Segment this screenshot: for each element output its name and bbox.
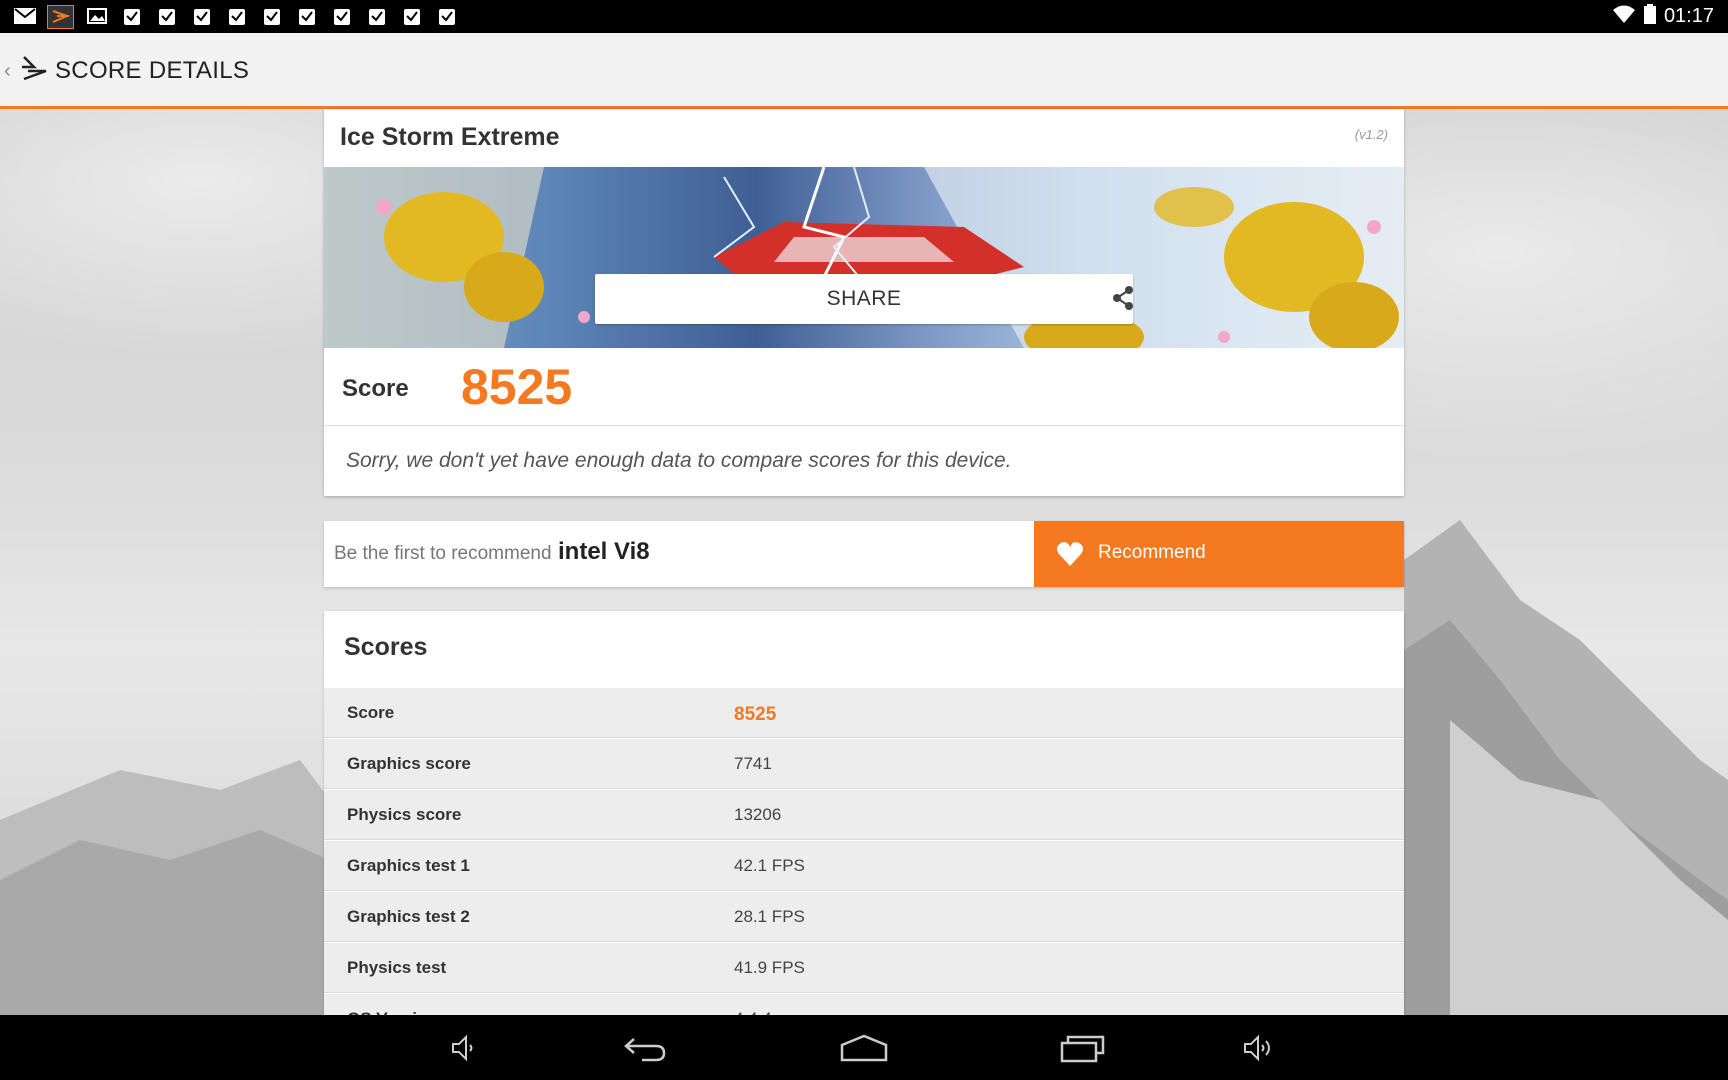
clipboard-check-icon: [259, 5, 284, 27]
test-name: Ice Storm Extreme: [340, 123, 560, 151]
volume-down-icon[interactable]: [449, 1033, 479, 1068]
device-name: intel Vi8: [558, 538, 650, 565]
3dmark-icon: [47, 5, 74, 29]
clipboard-check-icon: [294, 5, 319, 27]
row-label: Score: [347, 703, 395, 722]
row-label: Graphics test 1: [347, 856, 470, 875]
navigation-bar: [0, 1015, 1728, 1080]
table-row: Physics score 13206: [324, 789, 1404, 840]
back-arrow-icon[interactable]: ‹: [4, 60, 11, 83]
row-value: 8525: [734, 704, 777, 725]
row-value: 41.9 FPS: [734, 958, 805, 977]
notification-icons: [12, 5, 459, 29]
clipboard-check-icon: [364, 5, 389, 27]
page-title: SCORE DETAILS: [55, 57, 250, 84]
table-row: Physics test 41.9 FPS: [324, 942, 1404, 993]
clipboard-check-icon: [154, 5, 179, 27]
image-icon: [84, 5, 109, 27]
back-icon[interactable]: [622, 1033, 668, 1068]
row-value: 7741: [734, 754, 772, 773]
row-label: Physics score: [347, 805, 462, 824]
scores-table: Score 8525 Graphics score 7741 Physics s…: [324, 687, 1404, 1017]
recommend-label: Recommend: [1098, 542, 1206, 563]
clock: 01:17: [1663, 5, 1714, 27]
result-card: Ice Storm Extreme (v1.2) SHARE Score 852…: [324, 109, 1404, 496]
test-banner-image: SHARE: [324, 167, 1404, 348]
row-label: Graphics test 2: [347, 907, 470, 926]
score-summary: Score 8525: [324, 348, 1404, 426]
home-icon[interactable]: [839, 1033, 889, 1068]
table-row: Score 8525: [324, 687, 1404, 738]
score-value: 8525: [461, 359, 573, 415]
compare-message: Sorry, we don't yet have enough data to …: [346, 449, 1012, 472]
recommend-prefix: Be the first to recommend: [334, 543, 552, 564]
compare-message-row: Sorry, we don't yet have enough data to …: [324, 426, 1404, 496]
system-indicators: 01:17: [1612, 4, 1714, 29]
clipboard-check-icon: [329, 5, 354, 27]
table-row: Graphics test 1 42.1 FPS: [324, 840, 1404, 891]
recommend-bar: Be the first to recommend intel Vi8 Reco…: [324, 521, 1404, 587]
clipboard-check-icon: [224, 5, 249, 27]
status-bar: 01:17: [0, 0, 1728, 33]
row-label: Graphics score: [347, 754, 471, 773]
table-row: Graphics test 2 28.1 FPS: [324, 891, 1404, 942]
wifi-icon: [1612, 4, 1636, 29]
score-label: Score: [342, 375, 409, 402]
clipboard-check-icon: [399, 5, 424, 27]
share-label: SHARE: [826, 287, 902, 310]
recent-apps-icon[interactable]: [1059, 1033, 1107, 1068]
battery-icon: [1643, 4, 1656, 29]
row-label: Physics test: [347, 958, 447, 977]
action-bar: ‹ SCORE DETAILS: [0, 33, 1728, 109]
row-value: 13206: [734, 805, 782, 824]
volume-up-icon[interactable]: [1241, 1033, 1277, 1068]
gmail-icon: [12, 5, 37, 27]
clipboard-check-icon: [119, 5, 144, 27]
version-label: (v1.2): [1354, 127, 1388, 142]
table-row: OS Version 4.4.4: [324, 993, 1404, 1017]
row-value: 42.1 FPS: [734, 856, 805, 875]
scores-card: Scores Score 8525 Graphics score 7741 Ph…: [324, 611, 1404, 1017]
heart-icon: [1056, 541, 1084, 572]
clipboard-check-icon: [434, 5, 459, 27]
share-button[interactable]: SHARE: [595, 274, 1133, 324]
row-value: 28.1 FPS: [734, 907, 805, 926]
table-row: Graphics score 7741: [324, 738, 1404, 789]
scores-title: Scores: [344, 633, 428, 661]
3dmark-logo-icon[interactable]: [20, 55, 48, 86]
card-header: Ice Storm Extreme (v1.2): [324, 109, 1404, 167]
recommend-button[interactable]: Recommend: [1034, 521, 1404, 587]
clipboard-check-icon: [189, 5, 214, 27]
